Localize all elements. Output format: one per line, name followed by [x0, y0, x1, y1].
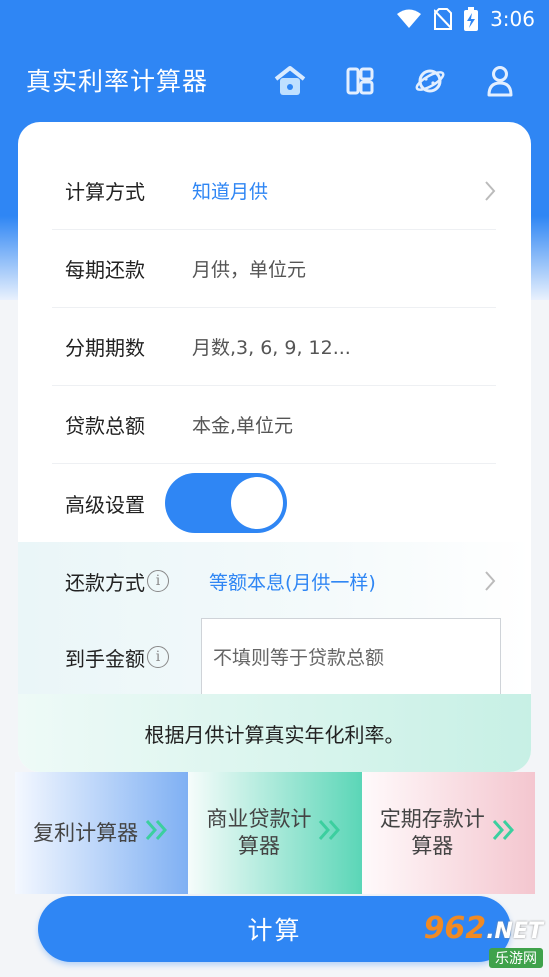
- commercial-loan-calculator-link[interactable]: 商业贷款计 算器: [188, 772, 362, 894]
- arrival-amount-label: 到手金额: [65, 646, 145, 671]
- watermark-bottom: 乐游网: [489, 947, 543, 968]
- double-chevron-right-icon: [317, 818, 343, 849]
- status-bar: 3:06: [0, 0, 549, 38]
- calc-link-label: 商业贷款计 算器: [206, 807, 312, 858]
- compound-interest-calculator-link[interactable]: 复利计算器: [15, 772, 189, 894]
- advanced-label: 高级设置: [65, 492, 145, 517]
- home-icon[interactable]: [271, 62, 309, 100]
- wifi-icon: [396, 9, 422, 29]
- periods-input[interactable]: 月数,3, 6, 9, 12...: [192, 333, 496, 360]
- calc-link-label: 定期存款计 算器: [379, 807, 485, 858]
- top-toolbar: [271, 62, 519, 100]
- no-sim-icon: [434, 8, 453, 30]
- info-icon[interactable]: i: [147, 646, 169, 668]
- watermark-top: 962.NET: [423, 910, 543, 946]
- planet-icon[interactable]: [411, 62, 449, 100]
- chevron-right-icon: [484, 180, 496, 206]
- chevron-right-icon: [484, 570, 496, 596]
- info-icon[interactable]: i: [147, 570, 169, 592]
- calculator-form-card: 计算方式 知道月供 每期还款 月供，单位元 分期期数 月数,3, 6, 9, 1…: [18, 122, 531, 772]
- user-icon[interactable]: [481, 62, 519, 100]
- payment-row: 每期还款 月供，单位元: [52, 230, 496, 308]
- payment-label: 每期还款: [65, 258, 145, 282]
- double-chevron-right-icon: [491, 818, 517, 849]
- battery-charging-icon: [464, 7, 479, 31]
- arrival-amount-label-wrap: 到手金额 i: [52, 643, 192, 672]
- repay-method-row[interactable]: 还款方式 i 等额本息(月供一样): [52, 542, 496, 620]
- principal-input[interactable]: 本金,单位元: [192, 411, 496, 438]
- calc-method-row[interactable]: 计算方式 知道月供: [52, 152, 496, 230]
- calculator-links: 复利计算器 商业贷款计 算器 定期存款计 算器: [15, 772, 535, 894]
- hint-text: 根据月供计算真实年化利率。: [18, 694, 531, 772]
- repay-method-value[interactable]: 等额本息(月供一样): [209, 568, 496, 595]
- periods-row: 分期期数 月数,3, 6, 9, 12...: [52, 308, 496, 386]
- periods-label: 分期期数: [65, 336, 145, 360]
- payment-input[interactable]: 月供，单位元: [192, 255, 496, 282]
- repay-method-label-wrap: 还款方式 i: [52, 567, 192, 596]
- advanced-toggle[interactable]: [165, 473, 287, 533]
- calc-link-label: 复利计算器: [33, 820, 139, 845]
- principal-label: 贷款总额: [65, 414, 145, 438]
- grid-icon[interactable]: [341, 62, 379, 100]
- arrival-amount-row: 到手金额 i: [52, 618, 202, 696]
- principal-row: 贷款总额 本金,单位元: [52, 386, 496, 464]
- repay-method-label: 还款方式: [65, 570, 145, 595]
- fixed-deposit-calculator-link[interactable]: 定期存款计 算器: [361, 772, 535, 894]
- advanced-row: 高级设置: [52, 464, 496, 542]
- app-title: 真实利率计算器: [26, 67, 209, 96]
- arrival-amount-input[interactable]: 不填则等于贷款总额: [201, 618, 501, 695]
- calc-method-value[interactable]: 知道月供: [192, 177, 496, 204]
- toggle-knob: [231, 477, 283, 529]
- watermark-logo: 962.NET 乐游网: [401, 911, 543, 969]
- calc-method-label: 计算方式: [65, 180, 145, 204]
- double-chevron-right-icon: [144, 818, 170, 849]
- status-time: 3:06: [490, 7, 535, 31]
